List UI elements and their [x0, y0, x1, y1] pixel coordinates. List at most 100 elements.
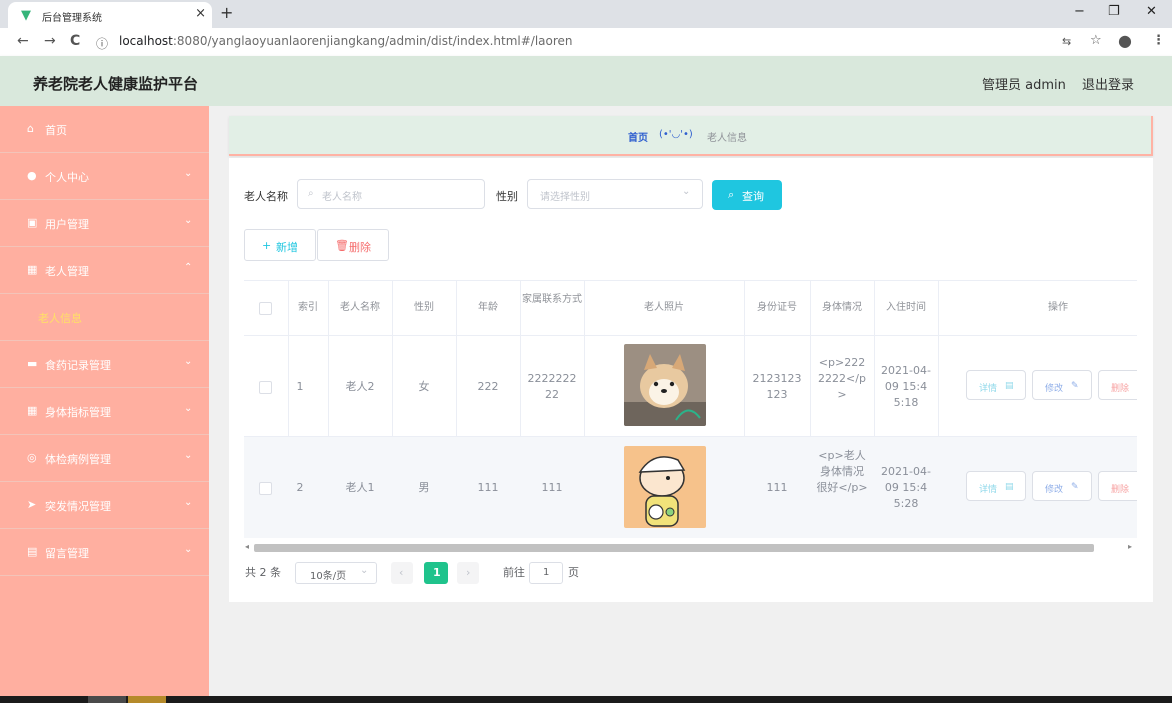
taskbar-app[interactable]: [88, 696, 126, 703]
chevron-down-icon: ⌄: [184, 356, 193, 367]
back-button[interactable]: ←: [17, 33, 29, 49]
cell-name: 老人1: [345, 481, 375, 494]
profile-icon[interactable]: ●: [1118, 31, 1132, 50]
column-header: 身体情况: [822, 302, 862, 313]
edit-button[interactable]: 修改 ✎: [1032, 370, 1092, 400]
table-row[interactable]: 1 老人2 女 222 222222222 2123123123 <p>2222…: [244, 335, 1137, 437]
logout-link[interactable]: 退出登录: [1082, 74, 1134, 93]
sidebar-item-label: 食药记录管理: [45, 359, 111, 372]
sidebar-item-label: 首页: [45, 124, 67, 137]
minimize-button[interactable]: −: [1074, 4, 1085, 19]
cell-condition: <p>老人身体情况很好</p>: [816, 449, 868, 494]
restore-button[interactable]: ❐: [1108, 4, 1120, 19]
detail-button[interactable]: 详情 ▤: [966, 370, 1026, 400]
row-delete-button[interactable]: 删除: [1098, 471, 1137, 501]
sidebar-item-elderly-info[interactable]: 老人信息: [0, 294, 209, 341]
goto-label: 前往: [503, 566, 525, 579]
cell-id-number: 111: [766, 481, 788, 494]
trash-icon: 🗑: [335, 239, 349, 252]
pagination-total: 共 2 条: [245, 566, 281, 579]
row-delete-button[interactable]: 删除: [1098, 370, 1137, 400]
chevron-down-icon: ⌄: [360, 565, 369, 576]
goto-page-input[interactable]: 1: [529, 562, 563, 584]
translate-icon[interactable]: ⇆: [1062, 35, 1071, 48]
sidebar-item-elderly[interactable]: ▦ 老人管理 ⌃: [0, 247, 209, 294]
detail-label: 详情: [979, 485, 998, 495]
grid-icon: ▦: [27, 263, 38, 276]
page-1-button[interactable]: 1: [424, 562, 448, 584]
page-size-label: 10条/页: [310, 571, 347, 582]
page-size-select[interactable]: 10条/页 ⌄: [295, 562, 377, 584]
cell-gender: 女: [418, 380, 430, 393]
search-icon: ⌕: [728, 188, 735, 201]
menu-dots-icon[interactable]: ⋮: [1152, 33, 1165, 48]
next-page-button[interactable]: ›: [457, 562, 479, 584]
row-checkbox[interactable]: [259, 381, 272, 394]
home-icon: ⌂: [27, 122, 34, 135]
name-search-input[interactable]: ⌕ 老人名称: [297, 179, 485, 209]
sidebar-item-emergency[interactable]: ➤ 突发情况管理 ⌄: [0, 482, 209, 529]
briefcase-icon: ▬: [27, 357, 38, 370]
send-icon: ➤: [27, 498, 37, 511]
new-tab-button[interactable]: +: [220, 3, 233, 22]
edit-label: 修改: [1045, 485, 1064, 495]
detail-button[interactable]: 详情 ▤: [966, 471, 1026, 501]
sidebar-item-label: 留言管理: [45, 547, 89, 560]
table-icon: ▦: [27, 404, 38, 417]
clipboard-icon: ▣: [27, 216, 38, 229]
table-row[interactable]: 2 老人1 男 111 111 111 <p>老人身体情况很好</p> 2021…: [244, 436, 1137, 538]
tab-close-icon[interactable]: ×: [195, 6, 206, 21]
add-button[interactable]: + 新增: [244, 229, 316, 261]
breadcrumb-home[interactable]: 首页: [628, 129, 648, 144]
taskbar-app[interactable]: [128, 696, 166, 703]
select-all-checkbox[interactable]: [259, 302, 272, 315]
sidebar-item-users[interactable]: ▣ 用户管理 ⌄: [0, 200, 209, 247]
horizontal-scrollbar[interactable]: ◂ ▸: [244, 542, 1137, 552]
edit-label: 修改: [1045, 384, 1064, 394]
scroll-right-icon[interactable]: ▸: [1128, 542, 1132, 551]
sidebar-item-profile[interactable]: ● 个人中心 ⌄: [0, 153, 209, 200]
row-checkbox[interactable]: [259, 482, 272, 495]
sidebar-item-label: 身体指标管理: [45, 406, 111, 419]
compass-icon: ◎: [27, 451, 37, 464]
app-title: 养老院老人健康监护平台: [33, 75, 199, 93]
column-header: 身份证号: [757, 302, 797, 313]
detail-label: 详情: [979, 384, 998, 394]
star-icon[interactable]: ☆: [1090, 33, 1102, 48]
url-field[interactable]: localhost:8080/yanglaoyuanlaorenjiangkan…: [119, 34, 573, 48]
plus-icon: +: [262, 239, 272, 252]
chevron-left-icon: ‹: [399, 566, 404, 579]
sidebar-item-label: 个人中心: [45, 171, 89, 184]
column-header: 操作: [1048, 302, 1068, 313]
browser-address-bar: ← → C ⓘ localhost:8080/yanglaoyuanlaoren…: [0, 28, 1172, 56]
scrollbar-thumb[interactable]: [254, 544, 1094, 552]
sidebar-item-label: 突发情况管理: [45, 500, 111, 513]
chevron-down-icon: ⌄: [184, 215, 193, 226]
gender-select[interactable]: 请选择性别 ⌄: [527, 179, 703, 209]
close-window-button[interactable]: ✕: [1146, 4, 1157, 19]
prev-page-button[interactable]: ‹: [391, 562, 413, 584]
sidebar-item-checkup[interactable]: ◎ 体检病例管理 ⌄: [0, 435, 209, 482]
sidebar-item-indicators[interactable]: ▦ 身体指标管理 ⌄: [0, 388, 209, 435]
content-panel: 老人名称 ⌕ 老人名称 性别 请选择性别 ⌄ ⌕ 查询 + 新增 🗑 删除 索引…: [229, 158, 1153, 602]
search-button[interactable]: ⌕ 查询: [712, 180, 782, 210]
dog-photo-image: [624, 344, 706, 426]
site-info-icon[interactable]: ⓘ: [96, 35, 108, 52]
sidebar-item-messages[interactable]: ▤ 留言管理 ⌄: [0, 529, 209, 576]
delete-button[interactable]: 🗑 删除: [317, 229, 389, 261]
sidebar-item-home[interactable]: ⌂ 首页: [0, 106, 209, 153]
edit-button[interactable]: 修改 ✎: [1032, 471, 1092, 501]
breadcrumb-separator: (•'◡'•): [659, 129, 693, 140]
os-taskbar: [0, 696, 1172, 703]
cell-condition: <p>2222222</p>: [818, 356, 866, 401]
tab-title: 后台管理系统: [42, 13, 102, 24]
scroll-left-icon[interactable]: ◂: [245, 542, 249, 551]
sidebar-item-medicine[interactable]: ▬ 食药记录管理 ⌄: [0, 341, 209, 388]
reload-button[interactable]: C: [70, 33, 80, 49]
column-header: 老人名称: [340, 302, 380, 313]
cell-age: 222: [477, 380, 499, 393]
cell-index: 2: [296, 481, 304, 494]
browser-tab[interactable]: ▼ 后台管理系统 ×: [8, 2, 212, 28]
forward-button[interactable]: →: [44, 33, 56, 49]
chevron-down-icon: ⌄: [184, 403, 193, 414]
